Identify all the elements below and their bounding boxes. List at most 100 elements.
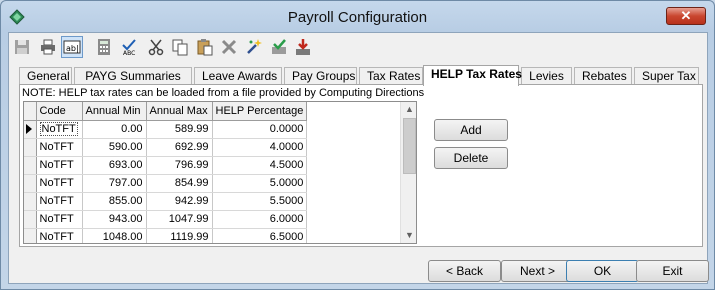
tab-leave-awards[interactable]: Leave Awards	[194, 67, 282, 85]
paste-button[interactable]	[194, 36, 216, 58]
cell-help-percentage[interactable]: 6.5000	[212, 228, 308, 243]
save-icon	[15, 40, 29, 54]
cell-annual-max[interactable]: 796.99	[146, 156, 213, 175]
table-row[interactable]: NoTFT 1048.00 1119.99 6.5000	[24, 228, 308, 243]
cell-help-percentage[interactable]: 4.0000	[212, 138, 308, 157]
print-icon	[41, 39, 55, 55]
spell-check-icon: ABC	[122, 39, 136, 56]
text-field-button[interactable]: ab|	[61, 36, 83, 58]
rates-table: Code Annual Min Annual Max HELP Percenta…	[24, 102, 308, 243]
row-indicator	[24, 120, 37, 139]
title-bar: Payroll Configuration ✕	[1, 1, 714, 31]
row-indicator	[24, 192, 37, 211]
tab-super-tax[interactable]: Super Tax	[634, 67, 699, 85]
cell-annual-max[interactable]: 692.99	[146, 138, 213, 157]
tab-rebates[interactable]: Rebates	[574, 67, 632, 85]
column-header-help-percentage[interactable]: HELP Percentage	[212, 102, 308, 121]
cell-code[interactable]: NoTFT	[36, 174, 83, 193]
exit-button[interactable]: Exit	[636, 260, 709, 282]
cell-help-percentage[interactable]: 5.5000	[212, 192, 308, 211]
cell-annual-min[interactable]: 0.00	[82, 120, 147, 139]
cell-annual-min[interactable]: 1048.00	[82, 228, 147, 243]
tab-help-tax-rates[interactable]: HELP Tax Rates	[423, 65, 522, 86]
spell-check-button[interactable]: ABC	[119, 36, 141, 58]
cell-help-percentage[interactable]: 4.5000	[212, 156, 308, 175]
scroll-up-icon[interactable]: ▲	[405, 105, 414, 114]
tab-levies[interactable]: Levies	[521, 67, 572, 85]
help-rates-grid[interactable]: Code Annual Min Annual Max HELP Percenta…	[23, 101, 417, 244]
tab-general[interactable]: General	[19, 67, 72, 85]
cell-annual-min[interactable]: 797.00	[82, 174, 147, 193]
table-row[interactable]: NoTFT 943.00 1047.99 6.0000	[24, 210, 308, 229]
cell-annual-max[interactable]: 1119.99	[146, 228, 213, 243]
row-indicator	[24, 156, 37, 175]
cut-button[interactable]	[145, 36, 167, 58]
approve-button[interactable]	[268, 36, 290, 58]
copy-icon	[172, 39, 188, 56]
paste-icon	[197, 39, 213, 56]
tab-tax-rates[interactable]: Tax Rates	[359, 67, 423, 85]
tab-pay-groups[interactable]: Pay Groups	[284, 67, 357, 85]
close-button[interactable]: ✕	[666, 7, 706, 25]
wand-button[interactable]	[243, 36, 265, 58]
cell-annual-max[interactable]: 1047.99	[146, 210, 213, 229]
window-title: Payroll Configuration	[287, 9, 428, 26]
row-indicator-header	[24, 102, 37, 121]
tab-payg-summaries[interactable]: PAYG Summaries	[74, 67, 192, 85]
toolbar: ab| ABC	[9, 33, 707, 61]
cell-annual-min[interactable]: 943.00	[82, 210, 147, 229]
help-tax-rates-panel: NOTE: HELP tax rates can be loaded from …	[19, 84, 703, 247]
svg-text:ABC: ABC	[123, 50, 135, 56]
cell-annual-max[interactable]: 589.99	[146, 120, 213, 139]
cell-annual-min[interactable]: 855.00	[82, 192, 147, 211]
next-button[interactable]: Next >	[501, 260, 574, 282]
cell-code[interactable]: NoTFT	[36, 210, 83, 229]
scroll-down-icon[interactable]: ▼	[405, 231, 414, 240]
cut-icon	[148, 39, 164, 56]
calculator-button[interactable]	[93, 36, 115, 58]
cell-help-percentage[interactable]: 6.0000	[212, 210, 308, 229]
cell-code[interactable]: NoTFT	[36, 138, 83, 157]
scrollbar-thumb[interactable]	[403, 118, 416, 174]
delete-rate-button[interactable]: Delete	[434, 147, 508, 169]
cell-code[interactable]: NoTFT	[36, 228, 83, 243]
column-header-annual-min[interactable]: Annual Min	[82, 102, 147, 121]
svg-text:ab|: ab|	[66, 44, 79, 53]
import-icon	[296, 39, 310, 55]
client-area: ab| ABC General PAYG Summaries Leave Awa…	[8, 32, 709, 284]
row-indicator	[24, 228, 37, 243]
cell-annual-max[interactable]: 942.99	[146, 192, 213, 211]
column-header-annual-max[interactable]: Annual Max	[146, 102, 213, 121]
tab-strip: General PAYG Summaries Leave Awards Pay …	[19, 65, 699, 86]
copy-button[interactable]	[169, 36, 191, 58]
cell-code[interactable]: NoTFT	[36, 156, 83, 175]
save-button[interactable]	[11, 36, 33, 58]
delete-button[interactable]	[218, 36, 240, 58]
table-row[interactable]: NoTFT 590.00 692.99 4.0000	[24, 138, 308, 157]
cell-code[interactable]: NoTFT	[36, 192, 83, 211]
cell-help-percentage[interactable]: 0.0000	[212, 120, 308, 139]
header-row: Code Annual Min Annual Max HELP Percenta…	[24, 102, 308, 121]
table-row[interactable]: NoTFT 855.00 942.99 5.5000	[24, 192, 308, 211]
delete-icon	[221, 39, 237, 55]
column-header-code[interactable]: Code	[36, 102, 83, 121]
current-row-arrow-icon	[26, 124, 32, 134]
cell-annual-min[interactable]: 590.00	[82, 138, 147, 157]
import-button[interactable]	[292, 36, 314, 58]
add-button[interactable]: Add	[434, 119, 508, 141]
table-row[interactable]: NoTFT 797.00 854.99 5.0000	[24, 174, 308, 193]
back-button[interactable]: < Back	[428, 260, 501, 282]
table-row[interactable]: NoTFT 693.00 796.99 4.5000	[24, 156, 308, 175]
cell-code[interactable]: NoTFT	[36, 120, 83, 139]
ok-button[interactable]: OK	[566, 260, 639, 282]
help-note: NOTE: HELP tax rates can be loaded from …	[22, 87, 425, 99]
print-button[interactable]	[37, 36, 59, 58]
cell-annual-min[interactable]: 693.00	[82, 156, 147, 175]
cell-annual-max[interactable]: 854.99	[146, 174, 213, 193]
cell-help-percentage[interactable]: 5.0000	[212, 174, 308, 193]
row-indicator	[24, 210, 37, 229]
table-row[interactable]: NoTFT 0.00 589.99 0.0000	[24, 120, 308, 139]
approve-icon	[272, 39, 286, 54]
text-field-icon: ab|	[63, 40, 81, 54]
grid-vertical-scrollbar[interactable]: ▲ ▼	[400, 102, 416, 243]
